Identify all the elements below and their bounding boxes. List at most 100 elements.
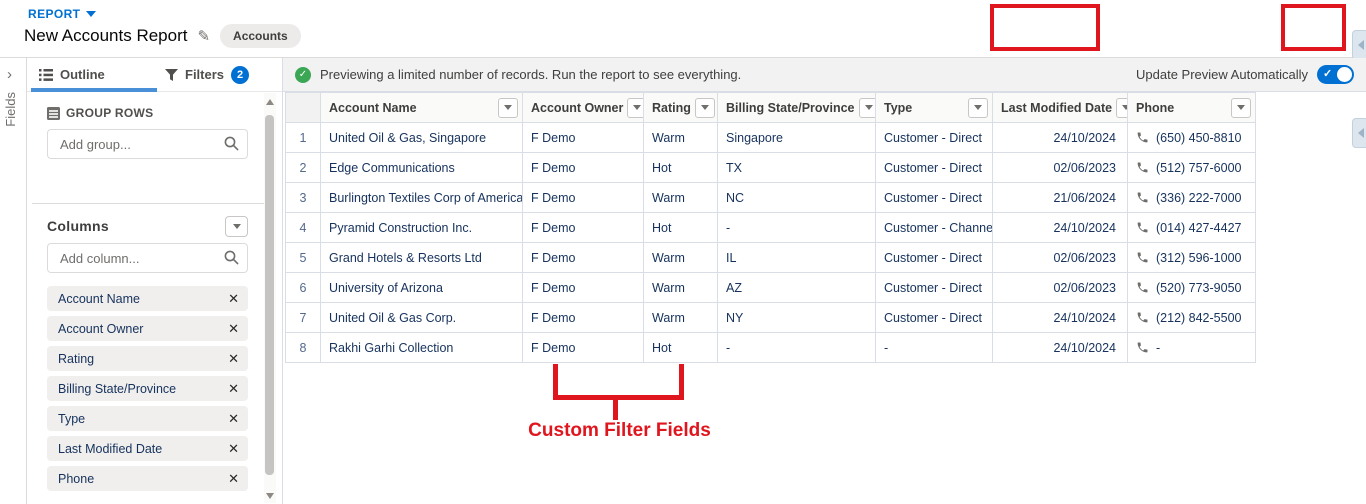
column-pill-rating[interactable]: Rating ✕ (47, 346, 248, 371)
add-group-input[interactable] (47, 129, 248, 159)
filters-count-badge: 2 (231, 65, 250, 84)
cell-phone: (212) 842-5500 (1127, 302, 1256, 333)
cell-account-owner: F Demo (522, 302, 644, 333)
group-rows-icon (47, 106, 60, 120)
fields-rail: › Fields (0, 58, 27, 504)
cell-account-name: United Oil & Gas Corp. (320, 302, 523, 333)
scrollbar-thumb[interactable] (265, 115, 274, 475)
columns-menu-button[interactable] (225, 216, 248, 237)
row-number: 7 (285, 302, 321, 333)
cell-billing-state: Singapore (717, 122, 876, 153)
add-column-input[interactable] (47, 243, 248, 273)
report-type-label: REPORT (28, 7, 81, 21)
scroll-down-icon[interactable] (266, 493, 274, 499)
phone-icon (1137, 132, 1148, 143)
cell-rating: Hot (643, 332, 718, 363)
column-pill-billing-state[interactable]: Billing State/Province ✕ (47, 376, 248, 401)
cell-type: Customer - Direct (875, 302, 993, 333)
cell-rating: Hot (643, 152, 718, 183)
group-rows-heading: GROUP ROWS (66, 106, 154, 120)
remove-column-icon[interactable]: ✕ (228, 411, 239, 427)
column-menu-button[interactable] (968, 97, 988, 118)
column-header-label: Type (884, 100, 913, 115)
cell-phone: (512) 757-6000 (1127, 152, 1256, 183)
cell-billing-state: IL (717, 242, 876, 273)
remove-column-icon[interactable]: ✕ (228, 441, 239, 457)
sidebar-scrollbar[interactable] (264, 93, 276, 503)
table-row: 4 Pyramid Construction Inc. F Demo Hot - Cust… (285, 212, 1256, 243)
cell-account-owner: F Demo (522, 182, 644, 213)
table-row: 6 University of Arizona F Demo Warm AZ Custom… (285, 272, 1256, 303)
cell-account-name: Edge Communications (320, 152, 523, 183)
remove-column-icon[interactable]: ✕ (228, 291, 239, 307)
column-menu-button[interactable] (498, 97, 518, 118)
remove-column-icon[interactable]: ✕ (228, 471, 239, 487)
row-number: 8 (285, 332, 321, 363)
column-pill-label: Type (58, 411, 86, 426)
column-header-last-modified[interactable]: Last Modified Date (992, 92, 1128, 123)
report-builder-page: REPORT New Accounts Report ✎ Accounts ↺ … (0, 0, 1366, 504)
annotation-bracket-bar (553, 395, 684, 400)
remove-column-icon[interactable]: ✕ (228, 321, 239, 337)
column-header-account-owner[interactable]: Account Owner (522, 92, 644, 123)
remove-column-icon[interactable]: ✕ (228, 381, 239, 397)
report-type-dropdown[interactable]: REPORT (28, 7, 97, 21)
table-row: 7 United Oil & Gas Corp. F Demo Warm NY Custo… (285, 302, 1256, 333)
column-pill-account-name[interactable]: Account Name ✕ (47, 286, 248, 311)
fields-rail-label[interactable]: Fields (3, 92, 18, 127)
phone-icon (1137, 252, 1148, 263)
column-menu-button[interactable] (627, 97, 643, 118)
column-pill-label: Account Name (58, 291, 140, 306)
cell-account-owner: F Demo (522, 272, 644, 303)
column-menu-button[interactable] (1231, 97, 1251, 118)
column-menu-button[interactable] (1116, 97, 1127, 118)
edit-title-icon[interactable]: ✎ (197, 27, 210, 45)
cell-rating: Warm (643, 302, 718, 333)
outline-panel: Outline Filters 2 GROUP ROWS Add group..… (27, 58, 283, 504)
column-header-type[interactable]: Type (875, 92, 993, 123)
column-pill-last-modified-date[interactable]: Last Modified Date ✕ (47, 436, 248, 461)
remove-column-icon[interactable]: ✕ (228, 351, 239, 367)
expand-fields-icon[interactable]: › (7, 66, 12, 83)
chevron-down-icon (504, 105, 512, 110)
collapse-panel-button[interactable] (1352, 118, 1366, 148)
column-header-phone[interactable]: Phone (1127, 92, 1256, 123)
tab-outline[interactable]: Outline (37, 58, 157, 91)
update-preview-label: Update Preview Automatically (1136, 67, 1308, 82)
chevron-down-icon (232, 224, 241, 229)
phone-icon (1137, 162, 1148, 173)
column-pill-phone[interactable]: Phone ✕ (47, 466, 248, 491)
cell-rating: Warm (643, 242, 718, 273)
column-menu-button[interactable] (694, 97, 715, 118)
column-header-billing-state[interactable]: Billing State/Province (717, 92, 876, 123)
chevron-down-icon (700, 105, 709, 110)
column-header-rating[interactable]: Rating (643, 92, 718, 123)
cell-last-modified: 21/06/2024 (992, 182, 1128, 213)
cell-rating: Hot (643, 212, 718, 243)
row-number: 2 (285, 152, 321, 183)
cell-billing-state: NY (717, 302, 876, 333)
column-pill-label: Phone (58, 471, 95, 486)
collapse-panel-button[interactable] (1352, 30, 1366, 60)
column-pill-type[interactable]: Type ✕ (47, 406, 248, 431)
column-pill-label: Billing State/Province (58, 381, 177, 396)
cell-billing-state: AZ (717, 272, 876, 303)
column-pill-label: Account Owner (58, 321, 144, 336)
update-preview-toggle[interactable]: ✓ (1317, 65, 1354, 84)
column-menu-button[interactable] (858, 97, 875, 118)
tab-filters[interactable]: Filters 2 (165, 58, 275, 91)
scroll-up-icon[interactable] (266, 99, 274, 105)
annotation-bracket-stem (613, 400, 618, 420)
phone-icon (1137, 222, 1148, 233)
column-header-account-name[interactable]: Account Name (320, 92, 523, 123)
phone-number: (014) 427-4427 (1156, 220, 1242, 235)
row-number: 3 (285, 182, 321, 213)
phone-number: (336) 222-7000 (1156, 190, 1242, 205)
column-pill-account-owner[interactable]: Account Owner ✕ (47, 316, 248, 341)
section-divider (32, 203, 267, 204)
cell-account-name: Grand Hotels & Resorts Ltd (320, 242, 523, 273)
toggle-knob (1337, 67, 1352, 82)
annotation-label: Custom Filter Fields (528, 420, 711, 441)
cell-account-name: University of Arizona (320, 272, 523, 303)
cell-billing-state: - (717, 212, 876, 243)
